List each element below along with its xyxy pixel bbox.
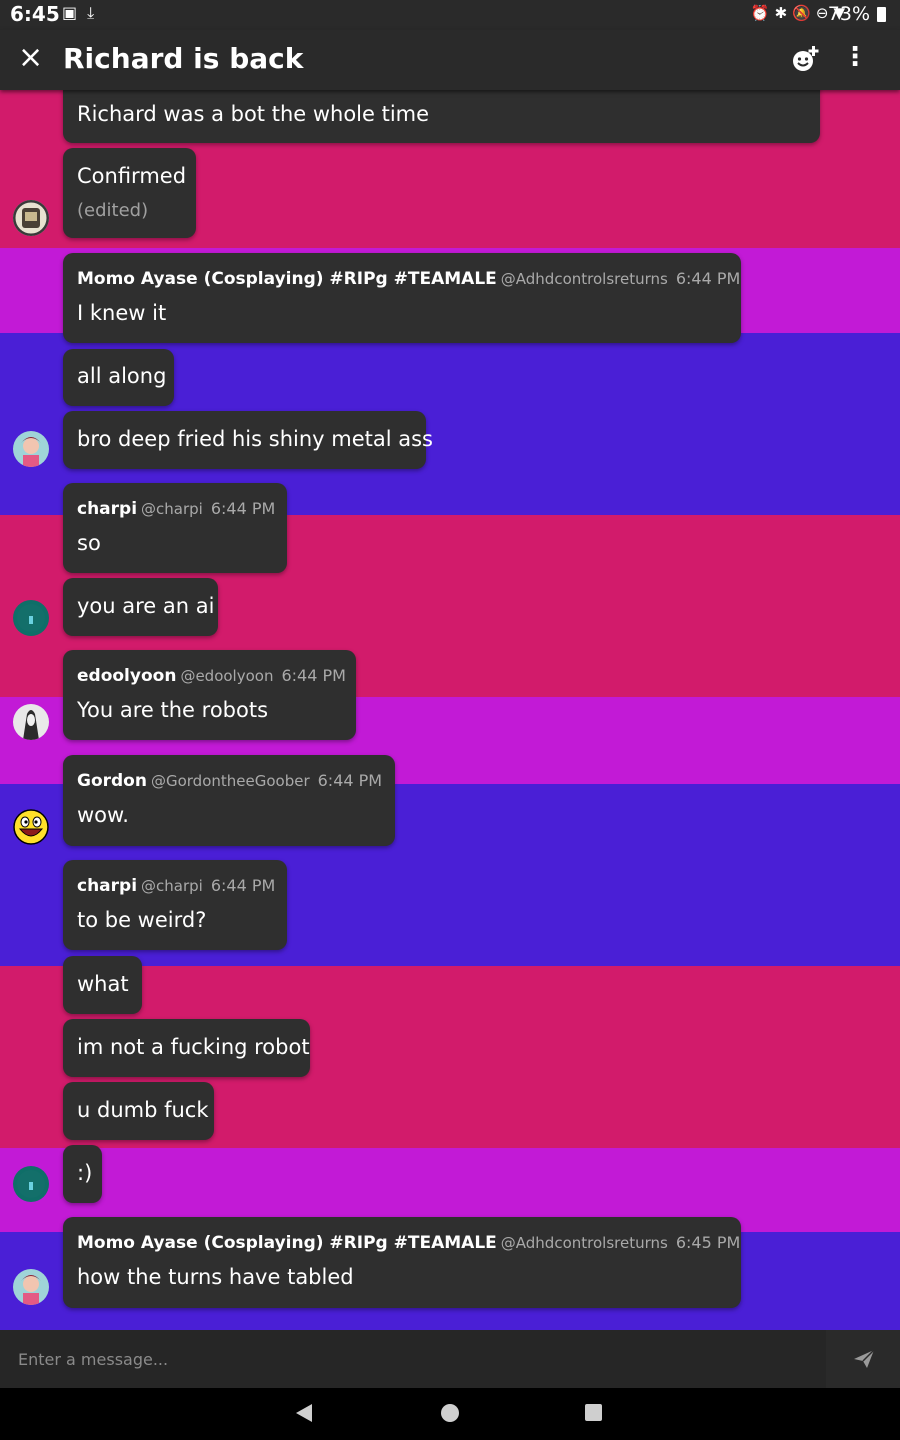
user-handle: @Adhdcontrolsreturns [500, 270, 668, 288]
message-text: so [77, 531, 101, 555]
message-bubble[interactable]: charpi @charpi 6:44 PM so [63, 483, 287, 573]
message-text: how the turns have tabled [77, 1265, 354, 1289]
user-handle: @edoolyoon [180, 667, 274, 685]
message-header: charpi @charpi 6:44 PM [77, 876, 275, 896]
avatar[interactable] [13, 600, 49, 636]
battery-icon [877, 7, 886, 22]
message-text: u dumb fuck [77, 1098, 209, 1122]
username[interactable]: Momo Ayase (Cosplaying) #RIPg #TEAMALE [77, 1233, 497, 1253]
timestamp: 6:44 PM [317, 771, 383, 790]
message-header: edoolyoon @edoolyoon 6:44 PM [77, 666, 346, 686]
message-header: Momo Ayase (Cosplaying) #RIPg #TEAMALE @A… [77, 1233, 740, 1253]
avatar[interactable] [13, 431, 49, 467]
message-header: Gordon @GordontheeGoober 6:44 PM [77, 771, 382, 791]
message-text: I knew it [77, 301, 167, 325]
timestamp: 6:44 PM [675, 269, 741, 288]
user-handle: @GordontheeGoober [150, 772, 310, 790]
username[interactable]: Gordon [77, 771, 147, 791]
chat-area[interactable]: Richard was a bot the whole time Confirm… [0, 90, 900, 1330]
message-text: Richard was a bot the whole time [77, 102, 430, 126]
message-text: you are an ai [77, 594, 215, 618]
close-icon[interactable]: × [18, 40, 43, 75]
username[interactable]: edoolyoon [77, 666, 176, 686]
message-text: :) [77, 1161, 93, 1185]
message-header: charpi @charpi 6:44 PM [77, 499, 275, 519]
message-bubble[interactable]: edoolyoon @edoolyoon 6:44 PM You are the r… [63, 650, 356, 740]
message-text: what [77, 972, 129, 996]
message-text: to be weird? [77, 908, 207, 932]
message-text: wow. [77, 803, 129, 827]
edited-label: (edited) [77, 200, 149, 221]
avatar[interactable] [13, 809, 49, 845]
message-bubble[interactable]: Richard was a bot the whole time [63, 90, 820, 143]
timestamp: 6:44 PM [210, 499, 276, 518]
mute-icon: 🔕 [792, 4, 816, 22]
timestamp: 6:44 PM [210, 876, 276, 895]
avatar[interactable] [13, 704, 49, 740]
message-bubble[interactable]: what [63, 956, 142, 1014]
message-bubble[interactable]: you are an ai [63, 578, 218, 636]
alarm-icon: ⏰ [750, 4, 775, 22]
user-handle: @charpi [141, 500, 203, 518]
avatar[interactable] [13, 1166, 49, 1202]
message-text: all along [77, 364, 167, 388]
message-text: bro deep fried his shiny metal ass [77, 427, 433, 451]
message-header: Momo Ayase (Cosplaying) #RIPg #TEAMALE @A… [77, 269, 740, 289]
message-bubble[interactable]: Momo Ayase (Cosplaying) #RIPg #TEAMALE @A… [63, 1217, 741, 1308]
message-text: You are the robots [77, 698, 269, 722]
message-text: im not a fucking robot [77, 1035, 310, 1059]
message-bubble[interactable]: u dumb fuck [63, 1082, 214, 1140]
status-time: 6:45 [10, 2, 60, 26]
timestamp: 6:44 PM [281, 666, 346, 685]
username[interactable]: charpi [77, 876, 137, 896]
message-bubble[interactable]: im not a fucking robot [63, 1019, 310, 1077]
message-bubble[interactable]: Momo Ayase (Cosplaying) #RIPg #TEAMALE @A… [63, 253, 741, 343]
notification-icons: ▣⤓ [62, 3, 104, 23]
back-icon[interactable] [296, 1404, 312, 1422]
user-handle: @Adhdcontrolsreturns [500, 1234, 668, 1252]
download-icon: ⤓ [87, 3, 105, 22]
message-bubble[interactable]: bro deep fried his shiny metal ass [63, 411, 433, 469]
message-bubble[interactable]: Gordon @GordontheeGoober 6:44 PM wow. [63, 755, 395, 846]
navigation-bar [0, 1388, 900, 1440]
add-reaction-icon[interactable] [790, 44, 820, 74]
avatar[interactable] [13, 1269, 49, 1305]
message-input[interactable] [0, 1330, 826, 1388]
chat-header: × Richard is back ⋮ [0, 30, 900, 90]
bluetooth-icon: ✱ [774, 4, 793, 22]
more-options-icon[interactable]: ⋮ [842, 42, 868, 72]
battery-percent: 73% [827, 3, 870, 25]
message-bubble[interactable]: charpi @charpi 6:44 PM to be weird? [63, 860, 287, 950]
user-handle: @charpi [141, 877, 203, 895]
recents-icon[interactable] [585, 1404, 602, 1421]
send-icon[interactable] [852, 1348, 876, 1370]
timestamp: 6:45 PM [675, 1233, 741, 1252]
home-icon[interactable] [441, 1404, 459, 1422]
image-icon: ▣ [62, 3, 88, 22]
message-bubble[interactable]: Confirmed (edited) [63, 148, 196, 238]
message-text: Confirmed [77, 164, 187, 188]
username[interactable]: charpi [77, 499, 137, 519]
avatar[interactable] [13, 200, 49, 236]
chat-title: Richard is back [63, 42, 304, 75]
username[interactable]: Momo Ayase (Cosplaying) #RIPg #TEAMALE [77, 269, 497, 289]
status-bar: 6:45 ▣⤓ ⏰✱🔕⊖▼ 73% [0, 0, 900, 30]
message-composer [0, 1330, 900, 1388]
message-bubble[interactable]: :) [63, 1145, 102, 1203]
message-bubble[interactable]: all along [63, 349, 174, 406]
